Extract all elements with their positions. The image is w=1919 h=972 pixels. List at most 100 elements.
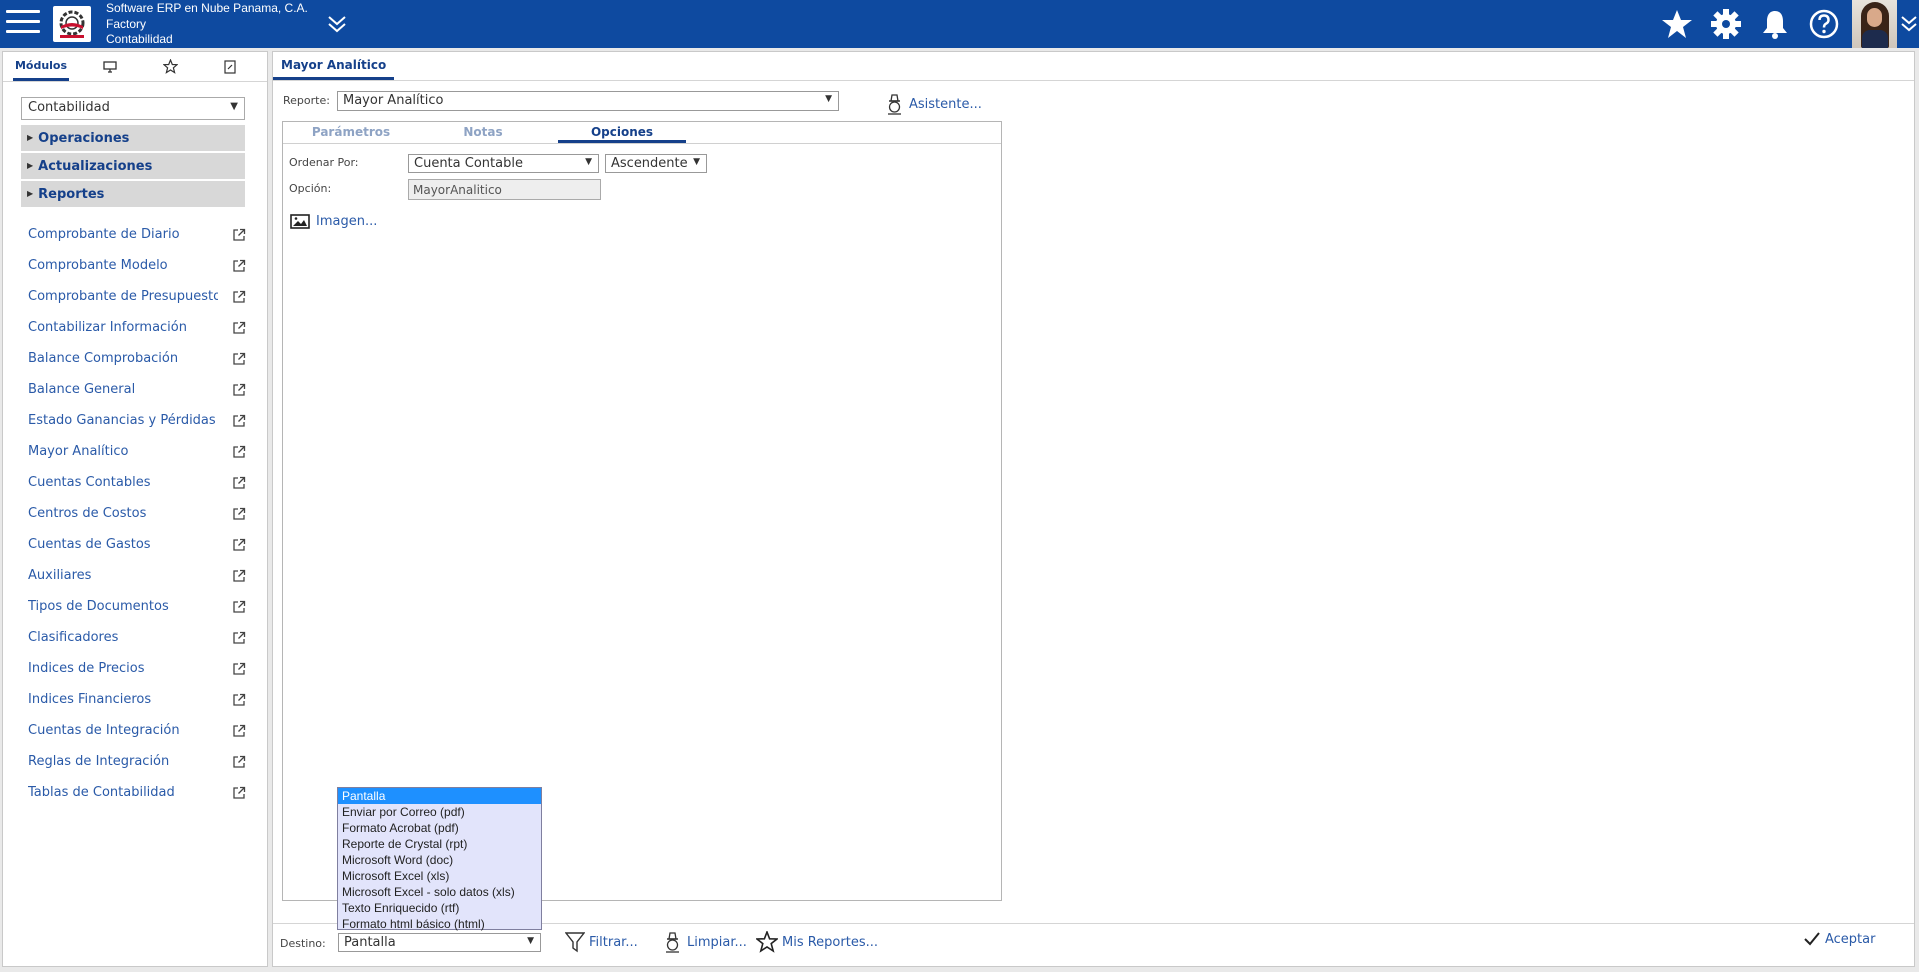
destino-option[interactable]: Texto Enriquecido (rtf) <box>338 900 541 916</box>
destino-option[interactable]: Pantalla <box>338 788 541 804</box>
user-avatar[interactable] <box>1852 0 1897 48</box>
section-label: Reportes <box>38 187 105 202</box>
tab-modulos[interactable]: Módulos <box>13 52 69 81</box>
asistente-button[interactable]: Asistente... <box>885 93 982 115</box>
subtab-divider <box>283 143 1001 144</box>
sidebar-item-label: Estado Ganancias y Pérdidas <box>28 413 216 428</box>
external-link-icon[interactable] <box>232 414 246 428</box>
destino-option[interactable]: Enviar por Correo (pdf) <box>338 804 541 820</box>
section-actualizaciones[interactable]: ▶ Actualizaciones <box>21 153 245 180</box>
external-link-icon[interactable] <box>232 693 246 707</box>
sidebar-item[interactable]: Estado Ganancias y Pérdidas <box>28 413 248 433</box>
sidebar-item-label: Auxiliares <box>28 568 92 583</box>
sidebar-item[interactable]: Tipos de Documentos <box>28 599 248 619</box>
sidebar-item[interactable]: Comprobante Modelo <box>28 258 248 278</box>
external-link-icon[interactable] <box>232 445 246 459</box>
destino-option[interactable]: Microsoft Excel (xls) <box>338 868 541 884</box>
external-link-icon[interactable] <box>232 631 246 645</box>
sidebar-item[interactable]: Comprobante de Presupuesto <box>28 289 248 309</box>
sidebar-item-label: Comprobante Modelo <box>28 258 168 273</box>
external-link-icon[interactable] <box>232 228 246 242</box>
external-link-icon[interactable] <box>232 538 246 552</box>
external-link-icon[interactable] <box>232 383 246 397</box>
dropdown-arrow-icon: ▼ <box>825 94 832 104</box>
destino-option[interactable]: Formato html básico (html) <box>338 916 541 932</box>
external-link-icon[interactable] <box>232 352 246 366</box>
opcion-label: Opción: <box>289 182 332 195</box>
mis-reportes-label: Mis Reportes... <box>782 934 878 950</box>
sidebar-item[interactable]: Comprobante de Diario <box>28 227 248 247</box>
dropdown-arrow-icon: ▼ <box>527 936 534 946</box>
external-link-icon[interactable] <box>232 569 246 583</box>
monitor-icon[interactable] <box>93 52 127 81</box>
tab-parametros[interactable]: Parámetros <box>287 122 415 143</box>
filtrar-button[interactable]: Filtrar... <box>565 931 638 953</box>
destino-option[interactable]: Reporte de Crystal (rpt) <box>338 836 541 852</box>
star-icon[interactable] <box>1661 8 1693 40</box>
filter-icon <box>565 932 585 953</box>
expand-triangle-icon: ▶ <box>27 161 34 170</box>
sidebar-item-label: Contabilizar Información <box>28 320 187 335</box>
sidebar-item[interactable]: Cuentas de Integración <box>28 723 248 743</box>
external-link-icon[interactable] <box>232 290 246 304</box>
orden-select-value: Ascendente <box>611 156 688 171</box>
help-icon[interactable] <box>1808 8 1840 40</box>
opcion-field[interactable] <box>408 179 601 200</box>
imagen-button[interactable]: Imagen... <box>290 214 377 229</box>
sidebar-item-label: Cuentas de Integración <box>28 723 180 738</box>
sidebar-item[interactable]: Cuentas de Gastos <box>28 537 248 557</box>
section-reportes[interactable]: ▶ Reportes <box>21 181 245 208</box>
tab-opciones[interactable]: Opciones <box>558 122 686 143</box>
sidebar-item[interactable]: Tablas de Contabilidad <box>28 785 248 805</box>
sidebar-item[interactable]: Centros de Costos <box>28 506 248 526</box>
section-operaciones[interactable]: ▶ Operaciones <box>21 125 245 152</box>
sidebar-item[interactable]: Clasificadores <box>28 630 248 650</box>
sidebar-item[interactable]: Reglas de Integración <box>28 754 248 774</box>
destino-select[interactable]: Pantalla ▼ <box>338 933 541 952</box>
limpiar-button[interactable]: Limpiar... <box>663 931 747 953</box>
sidebar-item[interactable]: Indices Financieros <box>28 692 248 712</box>
external-link-icon[interactable] <box>232 786 246 800</box>
aceptar-label: Aceptar <box>1825 931 1876 947</box>
aceptar-button[interactable]: Aceptar <box>1803 931 1875 947</box>
sidebar-item[interactable]: Contabilizar Información <box>28 320 248 340</box>
sidebar-item[interactable]: Mayor Analítico <box>28 444 248 464</box>
sidebar-item[interactable]: Indices de Precios <box>28 661 248 681</box>
destino-option[interactable]: Microsoft Excel - solo datos (xls) <box>338 884 541 900</box>
chevron-down-icon[interactable] <box>1899 14 1919 34</box>
destino-option[interactable]: Microsoft Word (doc) <box>338 852 541 868</box>
gear-icon[interactable] <box>1710 8 1742 40</box>
external-link-icon[interactable] <box>232 600 246 614</box>
sidebar-item[interactable]: Balance Comprobación <box>28 351 248 371</box>
module-select[interactable]: Contabilidad ▼ <box>21 97 245 120</box>
sidebar-item[interactable]: Auxiliares <box>28 568 248 588</box>
sidebar-item-label: Cuentas de Gastos <box>28 537 151 552</box>
reporte-select[interactable]: Mayor Analítico ▼ <box>337 91 839 111</box>
document-icon[interactable] <box>213 52 247 81</box>
expand-triangle-icon: ▶ <box>27 133 34 142</box>
external-link-icon[interactable] <box>232 724 246 738</box>
external-link-icon[interactable] <box>232 507 246 521</box>
tab-mayor-analitico[interactable]: Mayor Analítico <box>273 52 395 80</box>
external-link-icon[interactable] <box>232 755 246 769</box>
destino-option[interactable]: Formato Acrobat (pdf) <box>338 820 541 836</box>
external-link-icon[interactable] <box>232 259 246 273</box>
dropdown-arrow-icon: ▼ <box>585 157 592 167</box>
ordenar-select-value: Cuenta Contable <box>414 156 523 171</box>
external-link-icon[interactable] <box>232 321 246 335</box>
favorites-star-icon[interactable] <box>153 52 187 81</box>
checkmark-icon <box>1804 932 1820 946</box>
external-link-icon[interactable] <box>232 662 246 676</box>
orden-select[interactable]: Ascendente ▼ <box>605 154 707 173</box>
external-link-icon[interactable] <box>232 476 246 490</box>
company-logo[interactable] <box>53 6 91 42</box>
mis-reportes-button[interactable]: Mis Reportes... <box>756 931 878 953</box>
menu-icon[interactable] <box>6 10 40 38</box>
tab-notas[interactable]: Notas <box>419 122 547 143</box>
left-panel: Módulos Contabilidad ▼ ▶ Operaciones ▶ Act… <box>2 51 268 967</box>
sidebar-item[interactable]: Balance General <box>28 382 248 402</box>
collapse-chevron-icon[interactable] <box>326 14 348 34</box>
bell-icon[interactable] <box>1759 8 1791 40</box>
ordenar-select[interactable]: Cuenta Contable ▼ <box>408 154 599 173</box>
sidebar-item[interactable]: Cuentas Contables <box>28 475 248 495</box>
